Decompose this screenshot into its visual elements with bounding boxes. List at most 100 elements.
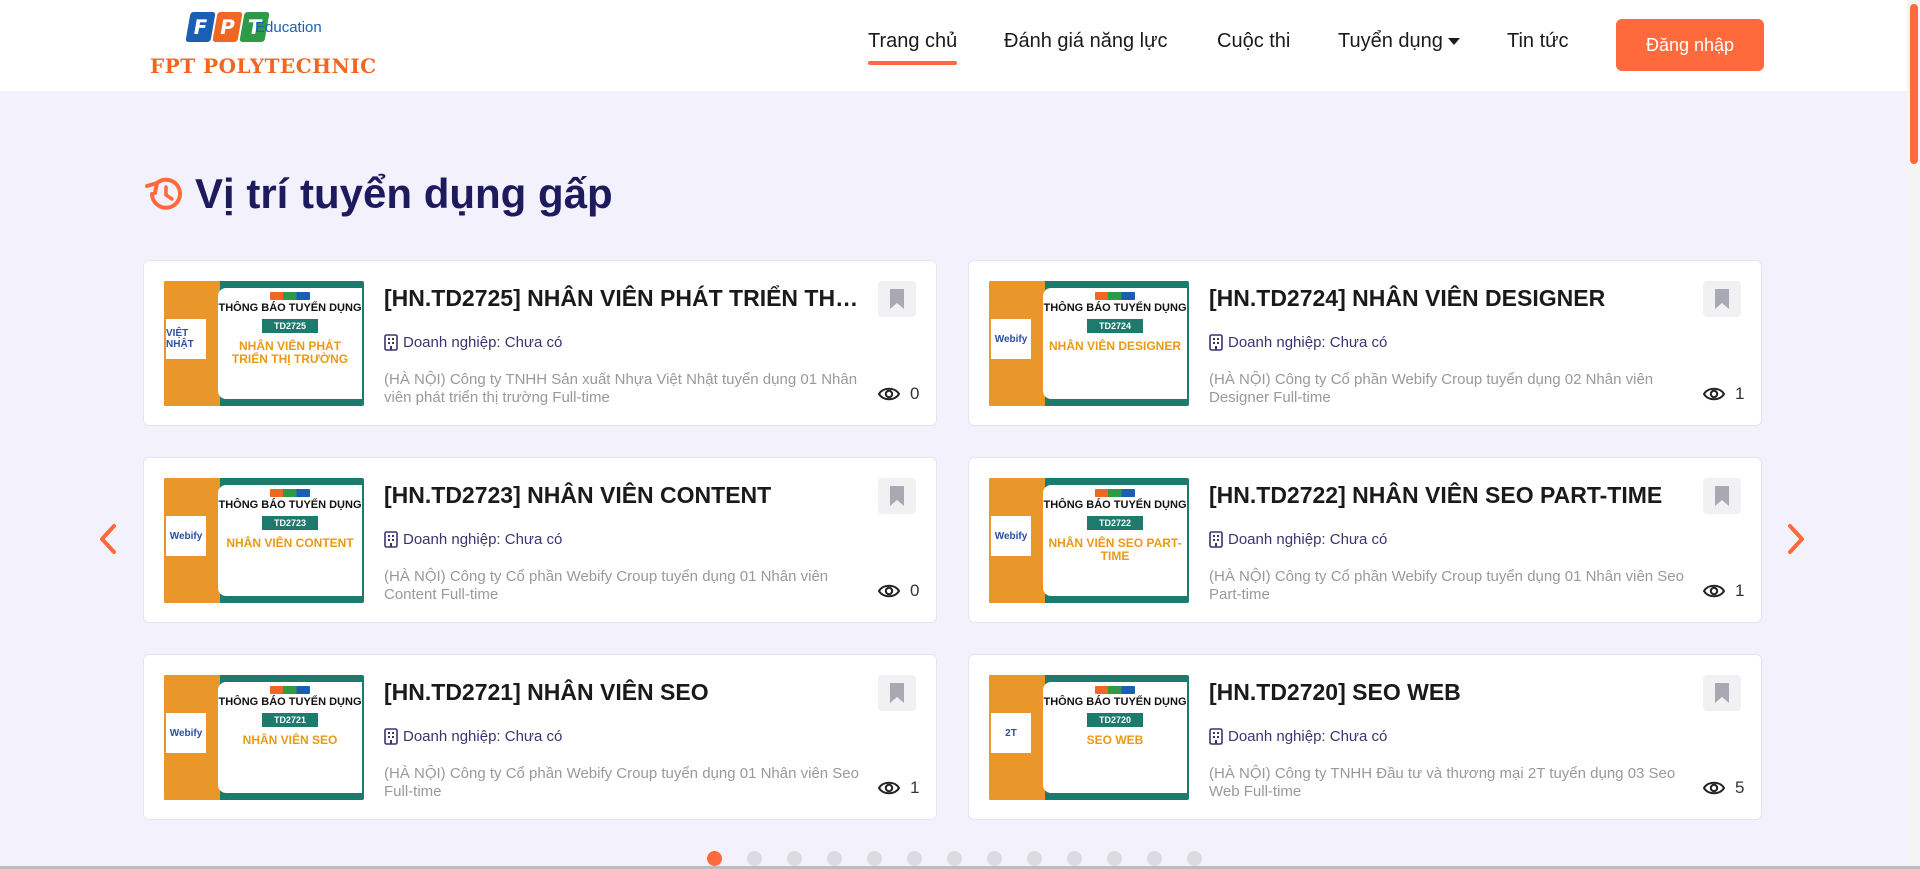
thumbnail-code: TD2720	[1086, 713, 1144, 727]
job-card[interactable]: 2T THÔNG BÁO TUYỂN DỤNG TD2720 SEO WEB [HN.T…	[968, 654, 1762, 820]
thumbnail-code: TD2724	[1086, 319, 1144, 333]
pagination-dot[interactable]	[947, 851, 962, 866]
view-count-value: 1	[1735, 384, 1745, 403]
nav-recruitment-label: Tuyển dụng	[1338, 30, 1443, 52]
bookmark-button[interactable]	[878, 478, 916, 514]
job-thumbnail[interactable]: Webify THÔNG BÁO TUYỂN DỤNG TD2723 NHÂN VIÊ…	[164, 478, 364, 603]
eye-icon	[1703, 584, 1725, 598]
job-card[interactable]: Webify THÔNG BÁO TUYỂN DỤNG TD2723 NHÂN VIÊ…	[143, 457, 937, 623]
thumbnail-poster: THÔNG BÁO TUYỂN DỤNG TD2722 NHÂN VIÊN SEO …	[1043, 485, 1187, 596]
bookmark-button[interactable]	[1703, 478, 1741, 514]
pagination-dot[interactable]	[787, 851, 802, 866]
pagination-dot[interactable]	[1067, 851, 1082, 866]
pagination-dot[interactable]	[1187, 851, 1202, 866]
thumbnail-poster: THÔNG BÁO TUYỂN DỤNG TD2723 NHÂN VIÊN CONT…	[218, 485, 362, 596]
thumbnail-role: SEO WEB	[1086, 733, 1144, 747]
thumbnail-role: NHÂN VIÊN SEO PART-TIME	[1048, 536, 1182, 563]
bookmark-icon	[890, 486, 904, 506]
job-description: (HÀ NỘI) Công ty Cổ phần Webify Croup tu…	[1209, 371, 1654, 406]
thumbnail-poster: THÔNG BÁO TUYỂN DỤNG TD2724 NHÂN VIÊN DESI…	[1043, 288, 1187, 399]
job-thumbnail[interactable]: Webify THÔNG BÁO TUYỂN DỤNG TD2724 NHÂN VIÊ…	[989, 281, 1189, 406]
job-title[interactable]: [HN.TD2723] NHÂN VIÊN CONTENT	[384, 482, 864, 509]
view-count: 1	[1703, 384, 1744, 404]
view-count: 0	[878, 581, 919, 601]
thumbnail-fpt-mark	[270, 292, 310, 300]
building-icon	[1209, 728, 1223, 745]
thumbnail-code: TD2725	[261, 319, 319, 333]
job-thumbnail[interactable]: Webify THÔNG BÁO TUYỂN DỤNG TD2721 NHÂN VIÊ…	[164, 675, 364, 800]
bookmark-button[interactable]	[1703, 675, 1741, 711]
pagination-dot[interactable]	[907, 851, 922, 866]
job-card[interactable]: Webify THÔNG BÁO TUYỂN DỤNG TD2722 NHÂN VIÊ…	[968, 457, 1762, 623]
scrollbar-thumb[interactable]	[1910, 4, 1918, 164]
bookmark-icon	[890, 289, 904, 309]
pagination-dot[interactable]	[707, 851, 722, 866]
eye-icon	[1703, 387, 1725, 401]
company-label: Doanh nghiệp: Chưa có	[403, 334, 563, 351]
job-title[interactable]: [HN.TD2721] NHÂN VIÊN SEO	[384, 679, 864, 706]
building-icon	[1209, 334, 1223, 351]
pagination-dot[interactable]	[1027, 851, 1042, 866]
job-title[interactable]: [HN.TD2724] NHÂN VIÊN DESIGNER	[1209, 285, 1689, 312]
pagination-dot[interactable]	[1107, 851, 1122, 866]
pagination-dot[interactable]	[747, 851, 762, 866]
company-label: Doanh nghiệp: Chưa có	[403, 728, 563, 745]
chevron-right-icon[interactable]	[1784, 523, 1808, 555]
bookmark-button[interactable]	[1703, 281, 1741, 317]
thumbnail-role: NHÂN VIÊN SEO	[242, 733, 338, 747]
building-icon	[1209, 531, 1223, 548]
view-count-value: 1	[910, 778, 920, 797]
pagination-dots	[707, 851, 1227, 866]
bookmark-icon	[1715, 683, 1729, 703]
thumbnail-heading: THÔNG BÁO TUYỂN DỤNG	[218, 499, 362, 511]
nav-recruitment[interactable]: Tuyển dụng	[1338, 30, 1460, 53]
thumbnail-poster: THÔNG BÁO TUYỂN DỤNG TD2721 NHÂN VIÊN SEO	[218, 682, 362, 793]
section-title: Vị trí tuyển dụng gấp	[195, 170, 613, 217]
job-thumbnail[interactable]: 2T THÔNG BÁO TUYỂN DỤNG TD2720 SEO WEB	[989, 675, 1189, 800]
thumbnail-poster: THÔNG BÁO TUYỂN DỤNG TD2725 NHÂN VIÊN PHÁT…	[218, 288, 362, 399]
job-thumbnail[interactable]: Webify THÔNG BÁO TUYỂN DỤNG TD2722 NHÂN VIÊ…	[989, 478, 1189, 603]
pagination-dot[interactable]	[987, 851, 1002, 866]
nav-contests[interactable]: Cuộc thi	[1217, 30, 1290, 53]
job-description: (HÀ NỘI) Công ty Cổ phần Webify Croup tu…	[1209, 568, 1684, 603]
job-card[interactable]: VIỆT NHẬT THÔNG BÁO TUYỂN DỤNG TD2725 NHÂN …	[143, 260, 937, 426]
company-logo: Webify	[991, 516, 1031, 556]
fpt-polytechnic-logo[interactable]: F P T Education FPT POLYTECHNIC	[150, 10, 376, 80]
chevron-left-icon[interactable]	[96, 523, 120, 555]
view-count-value: 5	[1735, 778, 1745, 797]
bookmark-icon	[1715, 486, 1729, 506]
nav-news[interactable]: Tin tức	[1507, 30, 1569, 53]
job-title[interactable]: [HN.TD2722] NHÂN VIÊN SEO PART-TIME	[1209, 482, 1689, 509]
thumbnail-code: TD2723	[261, 516, 319, 530]
bookmark-button[interactable]	[878, 675, 916, 711]
company-line: Doanh nghiệp: Chưa có	[384, 531, 562, 548]
thumbnail-role: NHÂN VIÊN CONTENT	[226, 536, 354, 550]
thumbnail-heading: THÔNG BÁO TUYỂN DỤNG	[218, 302, 362, 314]
job-description: (HÀ NỘI) Công ty TNHH Sản xuất Nhựa Việt…	[384, 371, 858, 406]
company-logo: Webify	[991, 319, 1031, 359]
job-thumbnail[interactable]: VIỆT NHẬT THÔNG BÁO TUYỂN DỤNG TD2725 NHÂN …	[164, 281, 364, 406]
thumbnail-role: NHÂN VIÊN PHÁT TRIỂN THỊ TRƯỜNG	[231, 339, 349, 366]
job-title[interactable]: [HN.TD2725] NHÂN VIÊN PHÁT TRIỂN THỊ TRƯ…	[384, 285, 864, 312]
login-button[interactable]: Đăng nhập	[1616, 19, 1764, 71]
thumbnail-heading: THÔNG BÁO TUYỂN DỤNG	[1043, 499, 1187, 511]
bookmark-button[interactable]	[878, 281, 916, 317]
thumbnail-heading: THÔNG BÁO TUYỂN DỤNG	[1043, 696, 1187, 708]
nav-home[interactable]: Trang chủ	[868, 30, 958, 65]
job-card[interactable]: Webify THÔNG BÁO TUYỂN DỤNG TD2724 NHÂN VIÊ…	[968, 260, 1762, 426]
pagination-dot[interactable]	[827, 851, 842, 866]
caret-down-icon	[1447, 38, 1460, 45]
job-card[interactable]: Webify THÔNG BÁO TUYỂN DỤNG TD2721 NHÂN VIÊ…	[143, 654, 937, 820]
pagination-dot[interactable]	[1147, 851, 1162, 866]
section-header: Vị trí tuyển dụng gấp	[143, 170, 613, 218]
company-line: Doanh nghiệp: Chưa có	[384, 728, 562, 745]
nav-assessment[interactable]: Đánh giá năng lực	[1004, 30, 1168, 53]
thumbnail-fpt-mark	[1095, 686, 1135, 694]
company-logo: Webify	[166, 713, 206, 753]
job-title[interactable]: [HN.TD2720] SEO WEB	[1209, 679, 1689, 706]
scrollbar[interactable]	[1907, 0, 1920, 869]
view-count: 5	[1703, 778, 1744, 798]
thumbnail-fpt-mark	[1095, 292, 1135, 300]
view-count: 0	[878, 384, 919, 404]
pagination-dot[interactable]	[867, 851, 882, 866]
